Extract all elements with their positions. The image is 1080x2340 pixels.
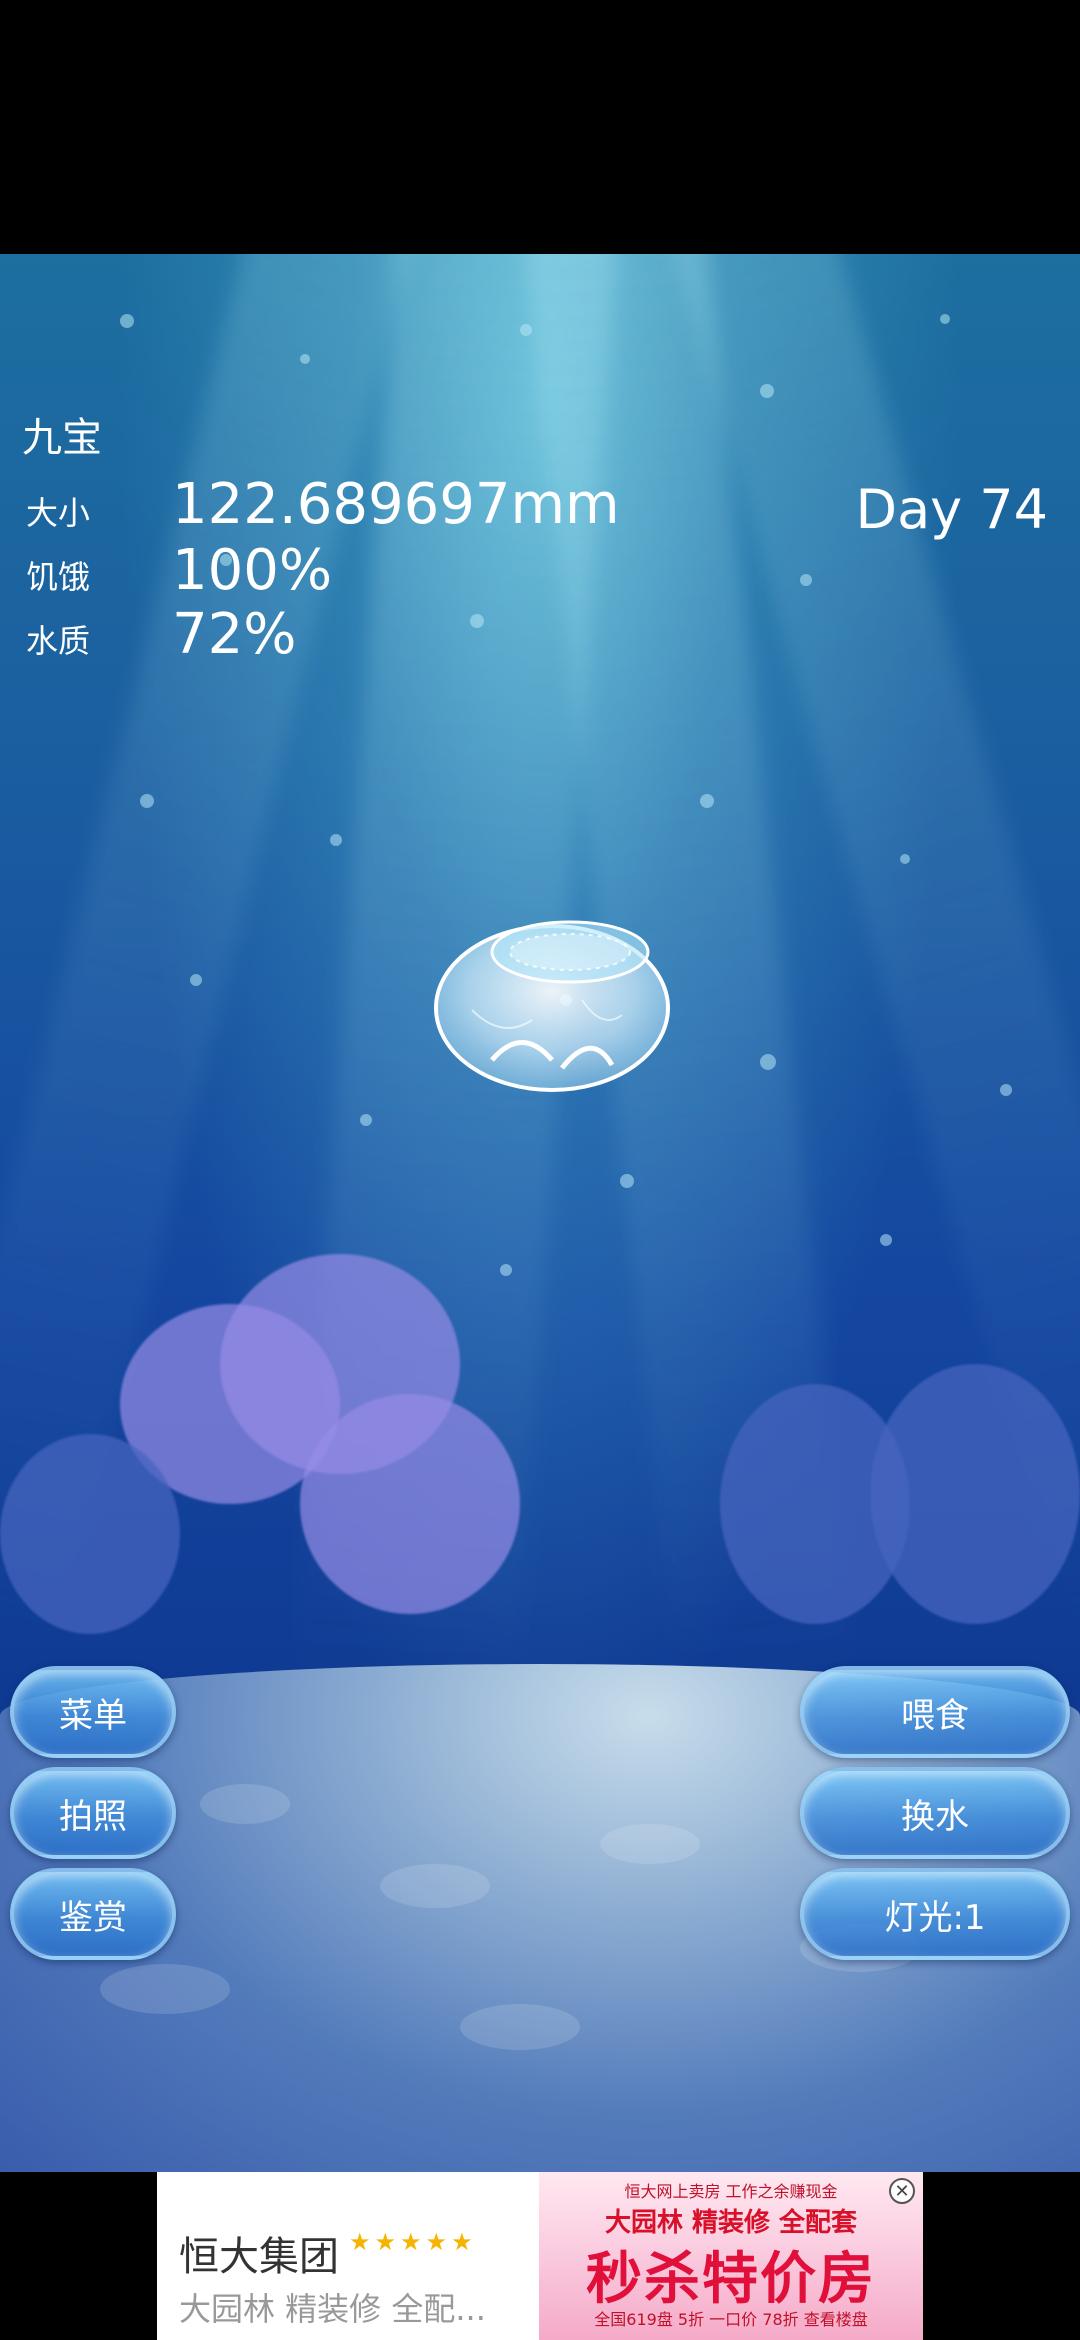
ad-image-headline: 秒杀特价房 <box>586 2247 876 2312</box>
size-label: 大小 <box>26 494 91 532</box>
photo-button[interactable]: 拍照 <box>10 1767 176 1859</box>
change-water-button[interactable]: 换水 <box>800 1767 1070 1859</box>
pebble <box>200 1784 290 1824</box>
hunger-value: 100% <box>172 538 333 603</box>
bubble <box>470 614 484 628</box>
gallery-button[interactable]: 鉴赏 <box>10 1868 176 1960</box>
jellyfish[interactable] <box>432 910 672 1094</box>
bubble <box>140 794 154 808</box>
size-value: 122.689697mm <box>172 472 620 537</box>
bubble <box>120 314 134 328</box>
pebble <box>380 1864 490 1908</box>
bubble <box>880 1234 892 1246</box>
bubble <box>760 1054 776 1070</box>
light-button[interactable]: 灯光:1 <box>800 1868 1070 1960</box>
water-quality-value: 72% <box>172 602 297 667</box>
hunger-label: 饥饿 <box>26 558 91 596</box>
bubble <box>190 974 202 986</box>
bubble <box>1000 1084 1012 1096</box>
bubble <box>940 314 950 324</box>
bubble <box>500 1264 512 1276</box>
feed-button[interactable]: 喂食 <box>800 1666 1070 1758</box>
close-icon[interactable]: ✕ <box>889 2178 915 2204</box>
coral <box>870 1364 1080 1624</box>
ad-subtitle: 大园林 精装修 全配... <box>179 2290 486 2328</box>
menu-button[interactable]: 菜单 <box>10 1666 176 1758</box>
bubble <box>520 324 532 336</box>
pet-name: 九宝 <box>22 415 102 461</box>
bubble <box>300 354 310 364</box>
bubble <box>760 384 774 398</box>
bubble <box>800 574 812 586</box>
ad-image-top-text: 恒大网上卖房 工作之余赚现金 <box>624 2182 838 2201</box>
jellyfish-graphic <box>434 920 670 1092</box>
ad-rating-stars: ★★★★★ <box>349 2228 477 2256</box>
bubble <box>900 854 910 864</box>
ad-brand: 恒大集团 <box>179 2234 339 2280</box>
day-counter: Day 74 <box>855 478 1048 541</box>
pebble <box>100 1964 230 2014</box>
ad-image[interactable]: 恒大网上卖房 工作之余赚现金 大园林 精装修 全配套 秒杀特价房 全国619盘 … <box>539 2172 923 2340</box>
bubble <box>360 1114 372 1126</box>
coral <box>0 1434 180 1634</box>
ad-text-panel[interactable]: 恒大集团 ★★★★★ 大园林 精装修 全配... <box>157 2172 539 2340</box>
pebble <box>460 2004 580 2050</box>
bubble <box>330 834 342 846</box>
pebble <box>600 1824 700 1864</box>
ad-image-bottom-text: 全国619盘 5折 一口价 78折 查看楼盘 <box>594 2310 868 2329</box>
coral <box>300 1394 520 1614</box>
bubble <box>700 794 714 808</box>
water-quality-label: 水质 <box>26 622 91 660</box>
bubble <box>620 1174 634 1188</box>
ad-banner[interactable]: 恒大集团 ★★★★★ 大园林 精装修 全配... 恒大网上卖房 工作之余赚现金 … <box>157 2172 923 2340</box>
